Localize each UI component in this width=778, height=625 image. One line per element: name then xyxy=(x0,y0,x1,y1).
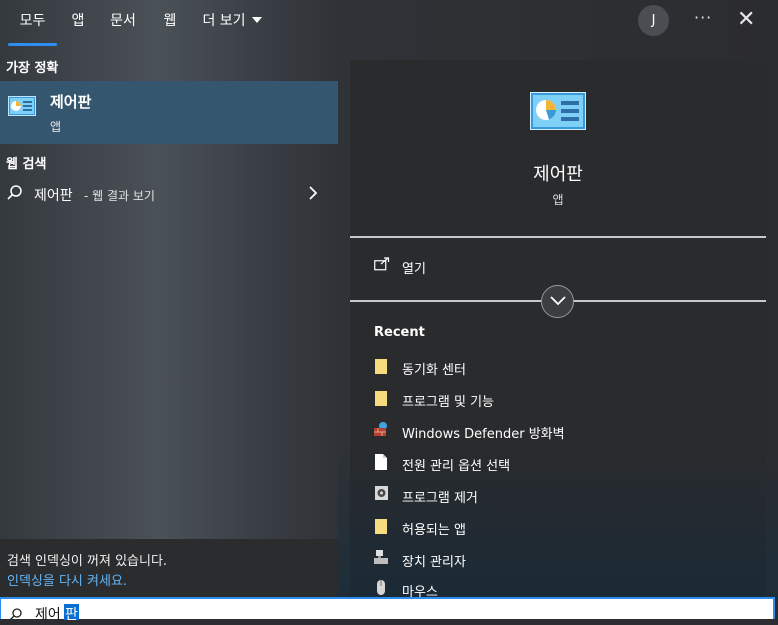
tab-apps-label: 앱 xyxy=(71,13,85,29)
document-icon xyxy=(374,453,390,471)
recent-heading: Recent xyxy=(374,325,425,340)
expand-button[interactable] xyxy=(541,285,574,318)
best-match-title: 제어판 xyxy=(50,93,92,111)
firewall-icon xyxy=(374,421,390,439)
recent-item-label: 프로그램 제거 xyxy=(402,491,478,506)
account-avatar[interactable]: J xyxy=(638,5,669,36)
open-external-icon xyxy=(374,256,390,275)
recent-item-power-options[interactable]: 전원 관리 옵션 선택 xyxy=(374,453,754,475)
recent-item-label: Windows Defender 방화벽 xyxy=(402,427,565,442)
folder-icon xyxy=(374,517,390,535)
tab-documents-label: 문서 xyxy=(110,13,136,29)
recent-item-label: 전원 관리 옵션 선택 xyxy=(402,459,511,474)
tab-all[interactable]: 모두 xyxy=(8,0,57,46)
preview-app-title: 제어판 xyxy=(533,164,583,185)
tab-all-label: 모두 xyxy=(19,13,46,29)
control-panel-large-icon xyxy=(530,92,586,136)
open-action-label: 열기 xyxy=(402,262,426,277)
folder-icon xyxy=(374,389,390,407)
search-icon xyxy=(9,606,23,625)
device-manager-icon xyxy=(374,549,390,567)
web-search-result[interactable]: 제어판 - 웹 결과 보기 xyxy=(0,178,338,210)
tab-more-label: 더 보기 xyxy=(202,13,246,29)
search-input-text: 제어 xyxy=(35,607,61,623)
search-icon xyxy=(6,184,24,206)
close-icon[interactable]: ✕ xyxy=(737,7,755,33)
mouse-icon xyxy=(374,579,390,597)
tab-web-label: 웹 xyxy=(163,13,177,29)
recent-item-defender-firewall[interactable]: Windows Defender 방화벽 xyxy=(374,421,754,443)
chevron-down-icon xyxy=(251,17,262,23)
search-box[interactable]: 제어 판 xyxy=(0,597,775,623)
recent-item-sync-center[interactable]: 동기화 센터 xyxy=(374,357,754,379)
divider xyxy=(350,236,766,238)
recent-item-allowed-apps[interactable]: 허용되는 앱 xyxy=(374,517,754,539)
recent-item-uninstall-program[interactable]: 프로그램 제거 xyxy=(374,485,754,507)
more-options-label: ··· xyxy=(694,8,713,27)
indexing-off-text: 검색 인덱싱이 꺼져 있습니다. xyxy=(7,554,168,569)
web-search-query: 제어판 xyxy=(34,188,73,204)
recent-item-label: 프로그램 및 기능 xyxy=(402,395,494,410)
preview-app-subtitle: 앱 xyxy=(552,193,564,207)
best-match-result[interactable]: 제어판 앱 xyxy=(0,81,338,144)
avatar-initial: J xyxy=(651,13,656,28)
recent-item-label: 허용되는 앱 xyxy=(402,523,466,538)
more-options-icon[interactable]: ··· xyxy=(694,8,712,27)
filter-tab-bar: 모두 앱 문서 웹 더 보기 J ··· ✕ xyxy=(0,0,778,46)
tab-more[interactable]: 더 보기 xyxy=(200,0,264,46)
control-panel-icon xyxy=(8,96,36,122)
tab-documents[interactable]: 문서 xyxy=(104,0,142,46)
close-label: ✕ xyxy=(737,7,756,32)
web-search-suffix: - 웹 결과 보기 xyxy=(84,189,155,203)
folder-icon xyxy=(374,357,390,375)
indexing-notice: 검색 인덱싱이 꺼져 있습니다. 인덱싱을 다시 켜세요. xyxy=(0,539,338,597)
best-match-subtitle: 앱 xyxy=(50,120,62,134)
tab-web[interactable]: 웹 xyxy=(156,0,184,46)
uninstall-icon xyxy=(374,485,390,503)
best-match-heading: 가장 정확 xyxy=(6,61,59,76)
chevron-down-icon xyxy=(550,296,566,306)
tab-apps[interactable]: 앱 xyxy=(64,0,92,46)
enable-indexing-link[interactable]: 인덱싱을 다시 켜세요. xyxy=(7,570,127,589)
search-input-selection: 판 xyxy=(64,604,79,623)
chevron-right-icon xyxy=(308,185,318,205)
recent-item-label: 장치 관리자 xyxy=(402,555,466,570)
recent-item-device-manager[interactable]: 장치 관리자 xyxy=(374,549,754,571)
web-search-heading: 웹 검색 xyxy=(6,157,47,172)
recent-item-label: 동기화 센터 xyxy=(402,363,466,378)
recent-item-programs-features[interactable]: 프로그램 및 기능 xyxy=(374,389,754,411)
